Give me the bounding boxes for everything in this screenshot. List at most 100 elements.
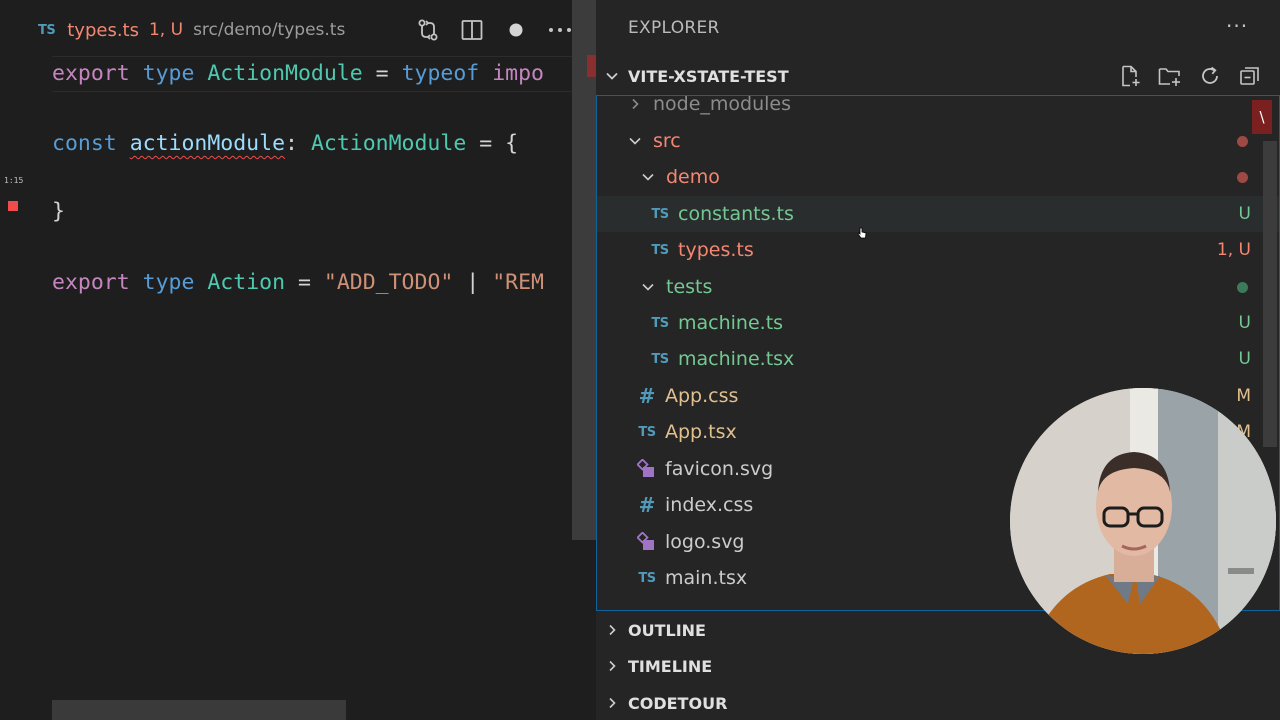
error-dot-icon [1237, 171, 1248, 183]
outline-title: OUTLINE [628, 620, 706, 640]
typescript-icon: TS [651, 315, 669, 331]
token: type [142, 61, 195, 86]
new-folder-icon [1158, 68, 1180, 86]
token: type [142, 270, 195, 295]
gutter-label: 1:15 [4, 176, 24, 185]
chevron-right-icon [623, 97, 647, 111]
css-hash-icon: # [638, 384, 656, 408]
typescript-icon: TS [638, 570, 656, 586]
token: ActionModule [207, 61, 363, 86]
tree-item-label: constants.ts [678, 203, 794, 225]
tree-item-machine-ts[interactable]: TS machine.ts U [597, 305, 1279, 341]
split-editor-button[interactable] [456, 14, 488, 46]
token: ActionModule [310, 131, 467, 156]
tree-item-label: logo.svg [665, 531, 745, 553]
editor-pane: TS types.ts 1, U src/demo/types.ts expor… [0, 0, 596, 720]
tree-item-src[interactable]: src [597, 123, 1279, 159]
tree-item-label: favicon.svg [665, 458, 774, 480]
git-status-badge: U [1238, 204, 1251, 224]
editor-tab-bar: TS types.ts 1, U src/demo/types.ts [0, 0, 596, 58]
mouse-cursor [857, 224, 867, 243]
chevron-right-icon [596, 623, 628, 637]
untracked-dot-icon [1237, 281, 1248, 293]
explorer-more-button[interactable]: ··· [1226, 14, 1248, 38]
token: export [52, 61, 130, 86]
tree-item-label: machine.ts [678, 312, 784, 334]
tree-item-label: App.css [665, 385, 739, 407]
hand-cursor-icon [857, 227, 867, 239]
split-editor-icon [461, 20, 483, 40]
tree-item-node-modules[interactable]: node_modules [597, 95, 1279, 122]
git-status-badge: U [1238, 313, 1251, 333]
token: : [285, 131, 298, 156]
new-folder-button[interactable] [1152, 62, 1188, 90]
error-dot-icon [1237, 135, 1248, 147]
tree-item-machine-tsx[interactable]: TS machine.tsx U [597, 341, 1279, 377]
editor-vertical-scrollbar[interactable] [572, 0, 596, 540]
chevron-down-icon [596, 68, 628, 84]
tree-item-tests[interactable]: tests [597, 269, 1279, 305]
collapse-folders-button[interactable] [1232, 62, 1268, 90]
tree-item-label: src [653, 130, 681, 152]
unsaved-dot-button[interactable] [500, 14, 532, 46]
code-line-1: export type ActionModule = typeof impo [52, 59, 544, 89]
typescript-icon: TS [651, 242, 669, 258]
editor-horizontal-scrollbar[interactable] [52, 700, 346, 720]
typescript-icon: TS [651, 351, 669, 367]
code-line-3: } [52, 197, 65, 227]
git-status-badge: U [1238, 349, 1251, 369]
tree-item-label: demo [666, 166, 720, 188]
codetour-title: CODETOUR [628, 693, 728, 713]
tree-item-label: machine.tsx [678, 348, 795, 370]
new-file-button[interactable] [1112, 62, 1148, 90]
git-status-badge: 1, U [1216, 240, 1251, 260]
tree-item-types-ts[interactable]: TS types.ts 1, U [597, 232, 1279, 268]
refresh-explorer-button[interactable] [1192, 62, 1228, 90]
editor-actions [412, 14, 588, 46]
refresh-icon [1202, 66, 1218, 84]
project-name: VITE-XSTATE-TEST [628, 66, 789, 86]
collapse-all-icon [1240, 67, 1259, 85]
compare-changes-icon [418, 19, 438, 41]
tree-item-constants-ts[interactable]: TS constants.ts U [597, 196, 1279, 232]
tree-scrollbar[interactable] [1263, 141, 1277, 447]
token: export [52, 270, 130, 295]
tree-item-label: node_modules [653, 95, 792, 115]
unsaved-dot-icon [509, 23, 523, 37]
tab-types-ts[interactable]: TS types.ts 1, U src/demo/types.ts [38, 17, 345, 43]
token: const [52, 131, 117, 156]
token: = [375, 61, 389, 86]
code-line-2: const actionModule: ActionModule = { [52, 129, 518, 159]
chevron-right-icon [596, 696, 628, 710]
codetour-section-header[interactable]: CODETOUR [596, 685, 1280, 720]
token: } [52, 199, 65, 224]
typescript-icon: TS [38, 22, 56, 38]
tab-problem-status: 1, U [148, 20, 184, 40]
timeline-title: TIMELINE [628, 656, 713, 676]
chevron-down-icon [636, 169, 660, 185]
token: = [479, 131, 493, 156]
presenter-webcam [1010, 388, 1276, 654]
ellipsis-icon [549, 28, 571, 32]
svg-file-icon [635, 459, 659, 479]
css-hash-icon: # [638, 493, 656, 517]
tree-item-demo[interactable]: demo [597, 159, 1279, 195]
chevron-right-icon [596, 659, 628, 673]
tree-item-label: types.ts [678, 239, 754, 261]
token: Action [207, 270, 286, 295]
tab-filename: types.ts [67, 19, 139, 41]
tree-item-label: App.tsx [665, 421, 737, 443]
timeline-section-header[interactable]: TIMELINE [596, 648, 1280, 684]
error-squiggle-token[interactable]: actionModule [130, 131, 285, 156]
code-area[interactable]: export type ActionModule = typeof impo c… [0, 0, 596, 720]
chevron-down-icon [623, 133, 647, 149]
typescript-icon: TS [638, 424, 656, 440]
token: | [466, 270, 480, 295]
git-status-badge: M [1236, 386, 1251, 406]
error-gutter-marker[interactable] [8, 201, 18, 211]
explorer-title: EXPLORER [628, 18, 720, 38]
token: { [505, 131, 519, 156]
open-changes-button[interactable] [412, 14, 444, 46]
tree-item-label: index.css [665, 494, 754, 516]
tab-file-path: src/demo/types.ts [193, 20, 346, 40]
